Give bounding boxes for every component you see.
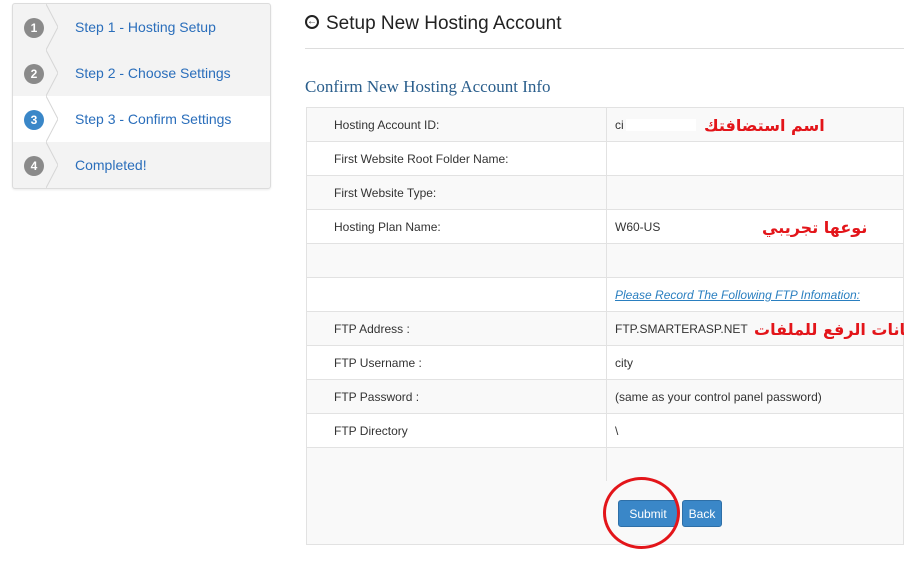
wizard-steps: 1 Step 1 - Hosting Setup 2 Step 2 - Choo…	[12, 3, 271, 189]
account-id-label: Hosting Account ID:	[306, 107, 607, 142]
ftp-directory-label: FTP Directory	[306, 413, 607, 448]
table-row: FTP Directory \	[306, 413, 904, 448]
empty-cell	[306, 277, 607, 312]
step-completed[interactable]: 4 Completed!	[13, 142, 270, 188]
table-row: First Website Type:	[306, 175, 904, 210]
step-chevron-icon	[46, 4, 58, 50]
step-label[interactable]: Completed!	[75, 157, 147, 173]
step-label[interactable]: Step 1 - Hosting Setup	[75, 19, 216, 35]
section-title: Confirm New Hosting Account Info	[305, 77, 551, 96]
page-title: Setup New Hosting Account	[326, 13, 562, 34]
ftp-address-label: FTP Address :	[306, 311, 607, 346]
table-row: FTP Username : city	[306, 345, 904, 380]
root-folder-label: First Website Root Folder Name:	[306, 141, 607, 176]
account-info-table: Hosting Account ID: ci First Website Roo…	[306, 107, 904, 482]
step-confirm-settings[interactable]: 3 Step 3 - Confirm Settings	[13, 96, 270, 142]
table-row	[306, 243, 904, 278]
ftp-directory-value: \	[606, 413, 904, 448]
empty-cell	[606, 447, 904, 482]
root-folder-value	[606, 141, 904, 176]
table-row: FTP Password : (same as your control pan…	[306, 379, 904, 414]
annotation-account-name: اسم استضافتك	[704, 116, 825, 135]
step-number-badge: 3	[24, 110, 44, 130]
table-row	[306, 447, 904, 482]
ftp-username-text: city	[615, 355, 633, 370]
step-hosting-setup[interactable]: 1 Step 1 - Hosting Setup	[13, 4, 270, 50]
redaction-mask	[635, 357, 705, 370]
ftp-username-value: city	[606, 345, 904, 380]
empty-cell	[606, 243, 904, 278]
step-number-badge: 1	[24, 18, 44, 38]
empty-cell	[306, 243, 607, 278]
step-choose-settings[interactable]: 2 Step 2 - Choose Settings	[13, 50, 270, 96]
site-type-value	[606, 175, 904, 210]
step-chevron-icon	[46, 50, 58, 96]
step-label[interactable]: Step 2 - Choose Settings	[75, 65, 231, 81]
step-number-badge: 4	[24, 156, 44, 176]
table-row: First Website Root Folder Name:	[306, 141, 904, 176]
step-label[interactable]: Step 3 - Confirm Settings	[75, 111, 231, 127]
submit-button[interactable]: Submit	[618, 500, 678, 527]
ftp-password-value: (same as your control panel password)	[606, 379, 904, 414]
annotation-trial-type: نوعها تجريبي	[762, 218, 868, 237]
table-row: Please Record The Following FTP Infomati…	[306, 277, 904, 312]
ftp-note-cell: Please Record The Following FTP Infomati…	[606, 277, 904, 312]
step-chevron-icon	[46, 96, 58, 142]
ftp-note-link[interactable]: Please Record The Following FTP Infomati…	[615, 288, 860, 302]
circle-arrow-left-icon[interactable]: ←	[305, 15, 319, 29]
ftp-password-label: FTP Password :	[306, 379, 607, 414]
form-actions: Submit Back	[306, 481, 904, 545]
ftp-username-label: FTP Username :	[306, 345, 607, 380]
annotation-upload-data: بيانات الرفع للملفات	[754, 320, 904, 339]
back-button[interactable]: Back	[682, 500, 722, 527]
plan-name-label: Hosting Plan Name:	[306, 209, 607, 244]
redaction-mask	[625, 119, 696, 132]
step-chevron-icon	[46, 142, 58, 188]
page-header: ← Setup New Hosting Account	[305, 12, 904, 49]
step-number-badge: 2	[24, 64, 44, 84]
account-id-text: ci	[615, 117, 624, 132]
site-type-label: First Website Type:	[306, 175, 607, 210]
empty-cell	[306, 447, 607, 482]
